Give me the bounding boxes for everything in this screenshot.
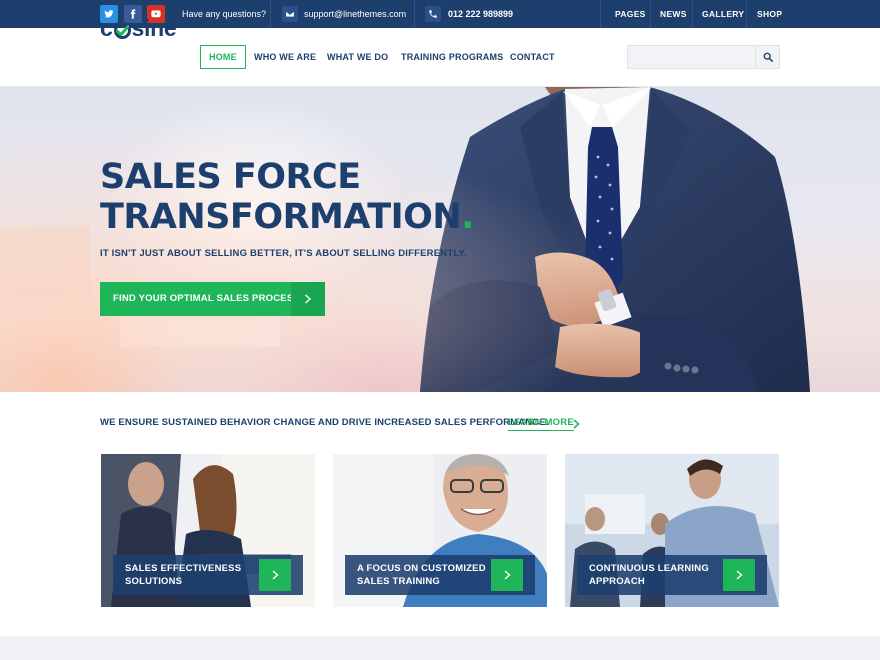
nav-home[interactable]: HOME [200, 45, 246, 69]
divider [414, 0, 415, 28]
hero-title-line2: TRANSFORMATION [100, 197, 462, 237]
card-title: CONTINUOUS LEARNING APPROACH [589, 562, 729, 588]
divider [692, 0, 693, 28]
chevron-right-icon [291, 282, 325, 316]
card-title-line2: SALES TRAINING [357, 576, 441, 587]
chevron-right-icon [504, 570, 511, 580]
divider [600, 0, 601, 28]
nav-contact[interactable]: CONTACT [510, 45, 555, 69]
hero-subtitle: IT ISN'T JUST ABOUT SELLING BETTER, IT'S… [100, 248, 467, 259]
hero-title: SALES FORCE TRANSFORMATION. [100, 157, 474, 237]
question-text: Have any questions? [182, 9, 267, 19]
card-title-line1: CONTINUOUS LEARNING [589, 563, 709, 574]
card-continuous-learning[interactable]: CONTINUOUS LEARNING APPROACH [565, 454, 779, 607]
search-button[interactable] [755, 46, 779, 68]
email-link[interactable]: support@linethemes.com [304, 0, 406, 28]
card-title-line2: SOLUTIONS [125, 576, 183, 587]
footer-band [0, 636, 880, 660]
card-arrow-button[interactable] [259, 559, 291, 591]
hero-title-line1: SALES FORCE [100, 157, 361, 197]
card-arrow-button[interactable] [723, 559, 755, 591]
card-arrow-button[interactable] [491, 559, 523, 591]
phone-number[interactable]: 012 222 989899 [448, 0, 513, 28]
search-box [627, 45, 780, 69]
site-logo[interactable]: c sine [100, 13, 177, 43]
chevron-right-icon [736, 570, 743, 580]
phone-icon [425, 6, 441, 22]
hero-cta-label: FIND YOUR OPTIMAL SALES PROCESS [113, 293, 300, 304]
card-title-line2: APPROACH [589, 576, 645, 587]
nav-training-programs[interactable]: TRAINING PROGRAMS [401, 45, 503, 69]
logo-check-icon [113, 21, 131, 39]
logo-suffix: sine [131, 14, 177, 41]
card-title: A FOCUS ON CUSTOMIZED SALES TRAINING [357, 562, 497, 588]
mail-icon [282, 6, 298, 22]
search-input[interactable] [628, 46, 756, 68]
learn-more-link[interactable]: LEARN MORE [508, 415, 574, 431]
divider [650, 0, 651, 28]
topnav-gallery[interactable]: GALLERY [702, 0, 744, 28]
nav-who-we-are[interactable]: WHO WE ARE [254, 45, 316, 69]
hero-banner: SALES FORCE TRANSFORMATION. IT ISN'T JUS… [0, 87, 880, 392]
divider [270, 0, 271, 28]
card-caption: A FOCUS ON CUSTOMIZED SALES TRAINING [345, 555, 535, 595]
card-caption: CONTINUOUS LEARNING APPROACH [577, 555, 767, 595]
hero-cta-button[interactable]: FIND YOUR OPTIMAL SALES PROCESS [100, 282, 325, 316]
card-customized-training[interactable]: A FOCUS ON CUSTOMIZED SALES TRAINING [333, 454, 547, 607]
topnav-news[interactable]: NEWS [660, 0, 687, 28]
chevron-right-icon[interactable] [572, 419, 580, 429]
chevron-right-icon [272, 570, 279, 580]
search-icon [763, 52, 773, 62]
hero-title-dot: . [461, 197, 474, 237]
topnav-shop[interactable]: SHOP [757, 0, 782, 28]
card-title: SALES EFFECTIVENESS SOLUTIONS [125, 562, 265, 588]
card-sales-effectiveness[interactable]: SALES EFFECTIVENESS SOLUTIONS [101, 454, 315, 607]
logo-prefix: c [100, 14, 113, 41]
card-title-line1: A FOCUS ON CUSTOMIZED [357, 563, 486, 574]
businessman-image [0, 87, 880, 392]
tagline-text: WE ENSURE SUSTAINED BEHAVIOR CHANGE AND … [100, 417, 549, 428]
card-title-line1: SALES EFFECTIVENESS [125, 563, 242, 574]
topnav-pages[interactable]: PAGES [615, 0, 646, 28]
card-caption: SALES EFFECTIVENESS SOLUTIONS [113, 555, 303, 595]
nav-what-we-do[interactable]: WHAT WE DO [327, 45, 388, 69]
divider [746, 0, 747, 28]
